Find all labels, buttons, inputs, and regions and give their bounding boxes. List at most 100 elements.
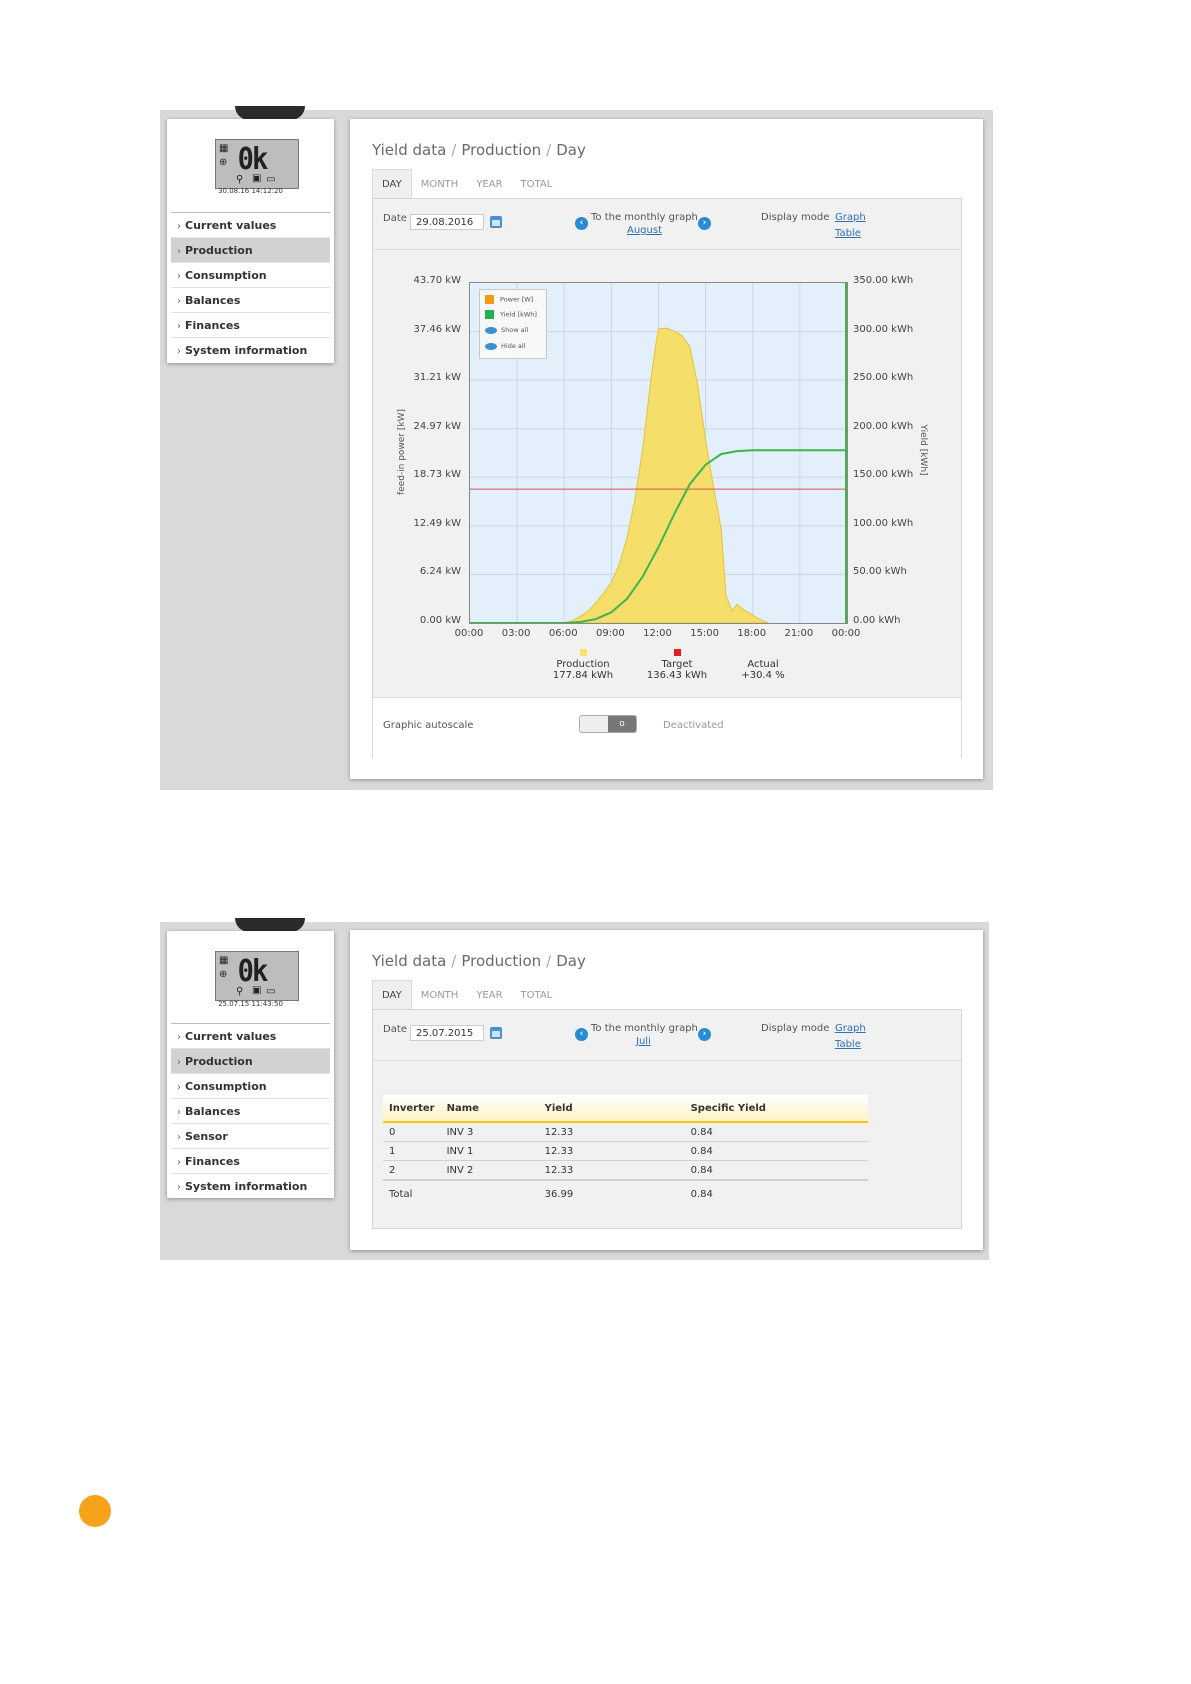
sidebar-nav: › Current values › Production › Consumption › B…	[171, 212, 330, 362]
chevron-right-icon: ›	[177, 246, 181, 257]
breadcrumb-production[interactable]: Production	[461, 952, 541, 970]
autoscale-row: Graphic autoscale o Deactivated	[373, 697, 961, 760]
display-mode-graph-link[interactable]: Graph	[835, 212, 866, 223]
display-mode-graph-link[interactable]: Graph	[835, 1023, 866, 1034]
sidebar-item-production[interactable]: › Production	[171, 237, 330, 262]
chevron-right-icon: ›	[177, 1057, 181, 1068]
column-header-name[interactable]: Name	[440, 1095, 539, 1123]
person-icon: ⚲	[236, 986, 244, 997]
x-tick-label: 09:00	[595, 628, 625, 639]
summary-actual-label: Actual	[747, 659, 779, 670]
table-row: 2 INV 2 12.33 0.84	[383, 1160, 868, 1181]
power-series-area	[564, 327, 769, 623]
display-mode-table-link[interactable]: Table	[835, 228, 861, 239]
battery-icon: ▭	[266, 174, 276, 185]
calendar-icon[interactable]	[490, 1027, 502, 1039]
sidebar-item-current-values[interactable]: › Current values	[171, 1023, 330, 1048]
next-month-icon[interactable]: ›	[698, 217, 711, 230]
summary-target: Target 136.43 kWh	[637, 649, 717, 681]
sidebar-item-balances[interactable]: › Balances	[171, 287, 330, 312]
eye-slash-icon	[485, 342, 497, 350]
date-input[interactable]: 25.07.2015	[410, 1025, 484, 1041]
lcd-status-text: 0k	[237, 142, 269, 177]
sidebar-item-finances[interactable]: › Finances	[171, 312, 330, 337]
tab-year[interactable]: YEAR	[467, 170, 511, 199]
legend-hide-all[interactable]: Hide all	[485, 342, 525, 350]
date-input[interactable]: 29.08.2016	[410, 214, 484, 230]
column-header-inverter[interactable]: Inverter	[383, 1095, 441, 1123]
chevron-right-icon: ›	[177, 346, 181, 357]
content-panel: Date 29.08.2016 ‹ To the monthly graph A…	[372, 198, 962, 760]
breadcrumb-production[interactable]: Production	[461, 141, 541, 159]
autoscale-toggle[interactable]: o	[579, 715, 637, 733]
chevron-right-icon: ›	[177, 1132, 181, 1143]
breadcrumb-yield-data[interactable]: Yield data	[372, 141, 446, 159]
monthly-graph-link[interactable]: August	[627, 225, 662, 236]
globe-icon: ⊕	[219, 157, 228, 168]
sidebar-card-1: ▦ ⊕ 0k ⚲ ▣ ▭ 30.08.16 14:12:20 › Current …	[167, 119, 334, 363]
legend-item-yield[interactable]: Yield [kWh]	[485, 310, 537, 319]
tab-year[interactable]: YEAR	[467, 981, 511, 1010]
y-axis-label-left: feed-in power [kW]	[397, 408, 407, 496]
toolbar: Date 29.08.2016 ‹ To the monthly graph A…	[373, 199, 961, 250]
previous-month-icon[interactable]: ‹	[575, 1028, 588, 1041]
eye-icon	[485, 326, 497, 334]
tab-total[interactable]: TOTAL	[512, 170, 562, 199]
autoscale-state: Deactivated	[663, 720, 724, 731]
tab-month[interactable]: MONTH	[412, 170, 468, 199]
summary-production: Production 177.84 kWh	[543, 649, 623, 681]
sidebar-item-label: System information	[185, 344, 308, 357]
column-header-yield[interactable]: Yield	[538, 1095, 685, 1123]
cell-inverter: 2	[383, 1160, 441, 1181]
breadcrumb-separator: /	[451, 141, 457, 159]
chevron-right-icon: ›	[177, 221, 181, 232]
y-tick-label-left: 43.70 kW	[413, 275, 462, 286]
sidebar-item-label: Production	[185, 1055, 253, 1068]
legend-item-power[interactable]: Power [W]	[485, 295, 533, 304]
chevron-right-icon: ›	[177, 1107, 181, 1118]
total-label: Total	[389, 1188, 413, 1200]
date-label: Date	[383, 213, 407, 224]
display-mode-table-link[interactable]: Table	[835, 1039, 861, 1050]
chevron-right-icon: ›	[177, 321, 181, 332]
sidebar-item-consumption[interactable]: › Consumption	[171, 1073, 330, 1098]
chevron-right-icon: ›	[177, 1157, 181, 1168]
previous-month-icon[interactable]: ‹	[575, 217, 588, 230]
sidebar-item-sensor[interactable]: › Sensor	[171, 1123, 330, 1148]
total-specific-yield: 0.84	[690, 1188, 713, 1200]
cell-name: INV 3	[440, 1122, 539, 1142]
content-panel: Date 25.07.2015 ‹ To the monthly graph J…	[372, 1009, 962, 1229]
sidebar-item-label: Balances	[185, 1105, 241, 1118]
column-header-specific-yield[interactable]: Specific Yield	[684, 1095, 868, 1123]
tab-total[interactable]: TOTAL	[512, 981, 562, 1010]
chart-legend: Power [W] Yield [kWh] Show all Hide all	[479, 289, 547, 359]
sidebar-item-system-information[interactable]: › System information	[171, 337, 330, 362]
next-month-icon[interactable]: ›	[698, 1028, 711, 1041]
sidebar-item-balances[interactable]: › Balances	[171, 1098, 330, 1123]
legend-swatch-yield	[485, 310, 494, 319]
cell-yield: 12.33	[538, 1141, 685, 1161]
cell-specific-yield: 0.84	[684, 1122, 868, 1142]
summary-target-value: 136.43 kWh	[646, 670, 708, 681]
sidebar-item-production[interactable]: › Production	[171, 1048, 330, 1073]
sidebar-item-consumption[interactable]: › Consumption	[171, 262, 330, 287]
summary-swatch-target	[673, 649, 681, 656]
y-tick-label-right: 300.00 kWh	[853, 323, 914, 335]
sidebar-item-finances[interactable]: › Finances	[171, 1148, 330, 1173]
toggle-knob-icon: o	[608, 716, 636, 732]
decorative-dark-shape	[235, 918, 305, 932]
tab-month[interactable]: MONTH	[412, 981, 468, 1010]
calendar-icon[interactable]	[490, 216, 502, 228]
main-card-2: Yield data / Production / Day DAY MONTH YEAR TO…	[350, 930, 983, 1250]
monthly-graph-link[interactable]: Juli	[636, 1036, 651, 1047]
sidebar-item-current-values[interactable]: › Current values	[171, 212, 330, 237]
grid-icon: ▦	[219, 955, 229, 966]
sidebar-item-label: Balances	[185, 294, 241, 307]
breadcrumb-yield-data[interactable]: Yield data	[372, 952, 446, 970]
legend-show-all[interactable]: Show all	[485, 326, 528, 334]
tab-day[interactable]: DAY	[372, 169, 412, 199]
sidebar-item-system-information[interactable]: › System information	[171, 1173, 330, 1198]
y-tick-label-right: 0.00 kWh	[853, 615, 901, 626]
tab-day[interactable]: DAY	[372, 980, 412, 1010]
summary-swatch-production	[579, 649, 587, 656]
